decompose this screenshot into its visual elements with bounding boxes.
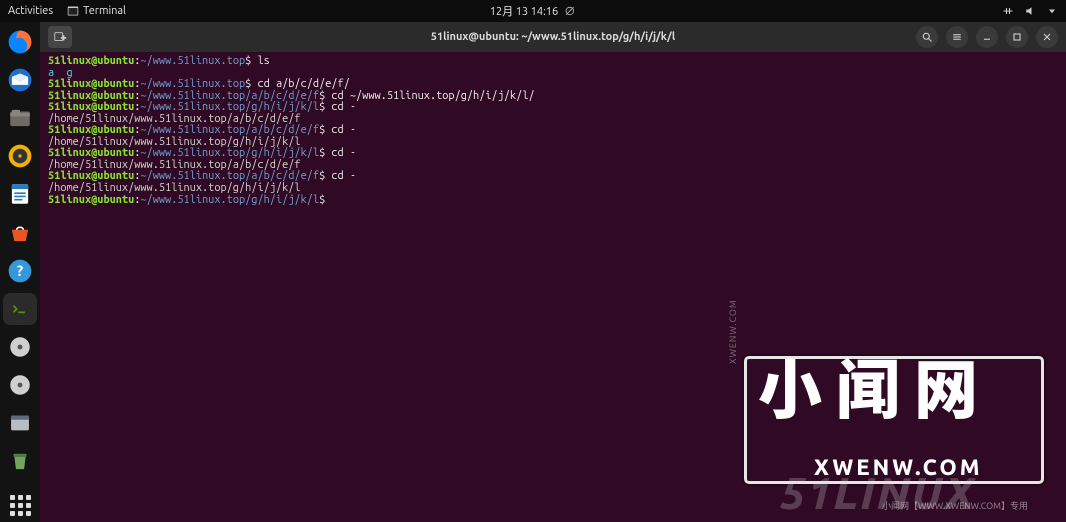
dock-app-files[interactable] — [3, 102, 37, 134]
dock-app-disc1[interactable] — [3, 331, 37, 363]
clock[interactable]: 12月 13 14:16 — [490, 3, 558, 19]
menu-button[interactable] — [946, 26, 968, 48]
search-button[interactable] — [916, 26, 938, 48]
terminal-output[interactable]: 51linux@ubuntu:~/www.51linux.top$ ls a g… — [40, 52, 1066, 522]
dock-app-libreoffice-writer[interactable] — [3, 178, 37, 210]
maximize-button[interactable] — [1006, 26, 1028, 48]
dock-app-terminal[interactable] — [3, 293, 37, 325]
gnome-topbar: Activities Terminal 12月 13 14:16 — [0, 0, 1066, 22]
show-applications-button[interactable] — [3, 489, 37, 522]
new-tab-button[interactable] — [48, 26, 72, 48]
dock-app-disc2[interactable] — [3, 369, 37, 401]
volume-icon[interactable] — [1024, 5, 1036, 17]
dock-app-rhythmbox[interactable] — [3, 140, 37, 172]
workspace: 51linux@ubuntu: ~/www.51linux.top/g/h/i/… — [40, 22, 1066, 522]
power-icon[interactable] — [1046, 5, 1058, 17]
svg-text:?: ? — [17, 262, 24, 279]
window-title: 51linux@ubuntu: ~/www.51linux.top/g/h/i/… — [431, 31, 676, 43]
dock: ? — [0, 22, 40, 522]
desktop: ? 51linux@ubuntu: — [0, 22, 1066, 522]
notification-off-icon — [564, 5, 576, 17]
minimize-button[interactable] — [976, 26, 998, 48]
dock-app-help[interactable]: ? — [3, 255, 37, 287]
close-button[interactable] — [1036, 26, 1058, 48]
terminal-icon — [67, 5, 79, 17]
dock-app-firefox[interactable] — [3, 26, 37, 58]
active-app-menu[interactable]: Terminal — [67, 5, 126, 17]
dock-app-trash[interactable] — [3, 445, 37, 477]
window-titlebar: 51linux@ubuntu: ~/www.51linux.top/g/h/i/… — [40, 22, 1066, 52]
active-app-label: Terminal — [83, 5, 126, 17]
dock-app-ubuntu-software[interactable] — [3, 217, 37, 249]
terminal-window: 51linux@ubuntu: ~/www.51linux.top/g/h/i/… — [40, 22, 1066, 522]
activities-button[interactable]: Activities — [8, 5, 53, 17]
dock-app-panel[interactable] — [3, 407, 37, 439]
dock-app-thunderbird[interactable] — [3, 64, 37, 96]
network-icon[interactable] — [1002, 5, 1014, 17]
